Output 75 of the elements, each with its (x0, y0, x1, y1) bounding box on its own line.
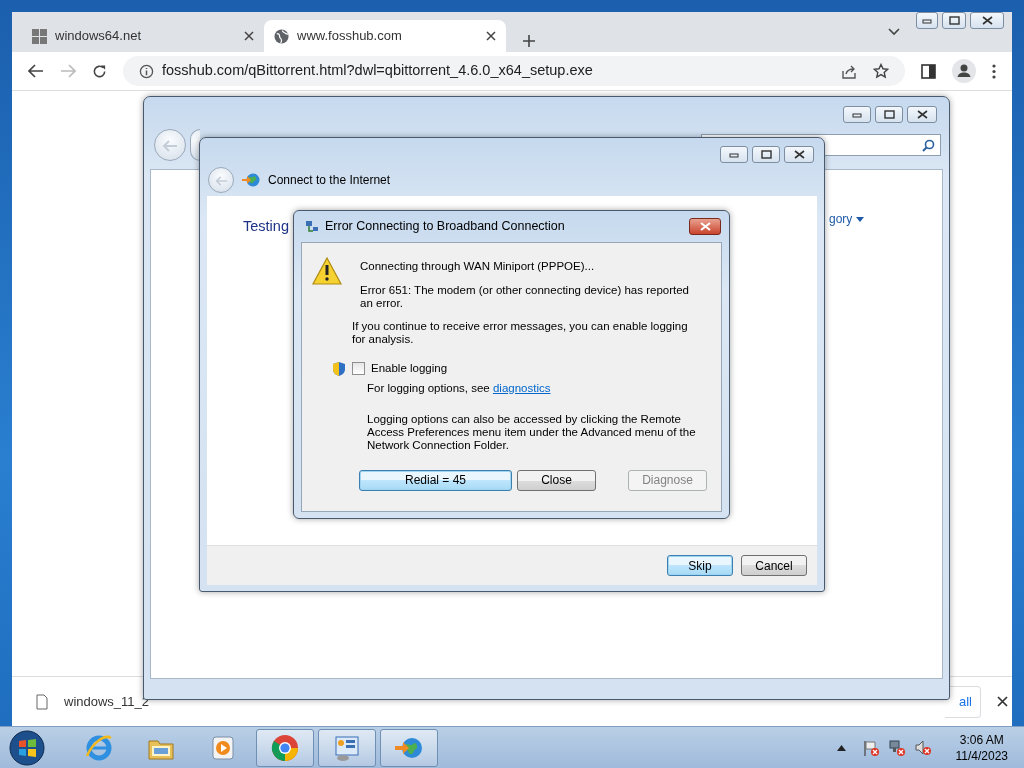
clock-time[interactable]: 3:06 AM (955, 731, 1008, 748)
note-text: Logging options can also be accessed by clicking the Remote Access Preferences menu item under the Advanced menu of the Network Connection Folder. (367, 412, 697, 452)
caret-icon (856, 216, 865, 222)
reload-icon[interactable] (92, 63, 107, 79)
close-icon (916, 110, 928, 119)
grid-icon (32, 28, 47, 44)
wizard-button[interactable]: Skip (667, 555, 733, 576)
checkbox-label[interactable]: Enable logging (371, 360, 448, 378)
wizard-heading: Testing (243, 218, 289, 234)
taskbar-app-button[interactable] (380, 728, 438, 767)
minimize-button[interactable] (843, 106, 871, 123)
network-icon (304, 218, 320, 235)
restore-icon (883, 110, 895, 119)
show-hidden-icons-button[interactable] (836, 744, 846, 751)
menu-icon[interactable] (992, 63, 996, 79)
tab-close-icon[interactable] (486, 31, 496, 41)
wizard-button[interactable]: Cancel (741, 555, 807, 576)
star-icon[interactable] (873, 63, 889, 79)
file-icon (36, 693, 48, 710)
error-message: Error 651: The modem (or other connecting device) has reported an error. (360, 284, 690, 311)
back-arrow-icon (162, 139, 178, 152)
taskbar-app-button[interactable] (318, 728, 376, 767)
restore-button[interactable] (752, 146, 780, 163)
minimize-icon (922, 17, 932, 24)
show-all-button[interactable]: all (945, 685, 981, 718)
checkbox[interactable] (352, 362, 365, 376)
share-icon[interactable] (841, 63, 857, 79)
restore-button[interactable] (942, 12, 966, 29)
dialog-title: Error Connecting to Broadband Connection (325, 218, 565, 236)
profile-icon[interactable] (952, 59, 976, 83)
close-icon (981, 16, 993, 25)
hint-text: For logging options, see diagnostics (367, 380, 552, 396)
start-button[interactable] (8, 728, 46, 767)
close-button[interactable] (689, 218, 721, 235)
back-arrow-icon (214, 175, 228, 186)
minimize-button[interactable] (720, 146, 748, 163)
restore-button[interactable] (875, 106, 903, 123)
flag-icon[interactable] (861, 738, 880, 757)
minimize-icon (729, 151, 739, 158)
view-by-link[interactable]: gory (829, 210, 853, 228)
taskbar-app-button[interactable] (256, 728, 314, 767)
window-title: Connect to the Internet (268, 172, 391, 189)
status-text: Connecting through WAN Miniport (PPPOE)... (360, 259, 596, 274)
close-button[interactable] (784, 146, 814, 163)
minimize-icon (852, 111, 862, 118)
browser-tab[interactable]: www.fosshub.com (264, 20, 506, 52)
sidebar-icon[interactable] (921, 63, 936, 79)
close-icon (793, 150, 805, 159)
muted-speaker-icon[interactable] (913, 738, 932, 757)
clock-date[interactable]: 11/4/2023 (955, 747, 1008, 764)
diagnostics-link[interactable]: diagnostics (492, 381, 551, 394)
address-bar[interactable]: fosshub.com/qBittorrent.html?dwl=qbittorrent_4.6.0_x64_setup.exe (123, 56, 905, 86)
download-filename[interactable]: windows_11_2 (64, 691, 150, 712)
restore-icon (760, 150, 772, 159)
close-button[interactable] (970, 12, 1004, 29)
globe-icon (274, 28, 289, 44)
advice-text: If you continue to receive error messages, you can enable logging for analysis. (352, 320, 689, 347)
browser-tab[interactable]: windows64.net (22, 20, 264, 52)
warning-icon (312, 257, 342, 285)
url-text: fosshub.com/qBittorrent.html?dwl=qbittorrent_4.6.0_x64_setup.exe (162, 61, 594, 81)
close-button[interactable] (907, 106, 937, 123)
minimize-button[interactable] (916, 12, 938, 29)
globe-icon (242, 172, 260, 188)
info-icon[interactable] (139, 63, 154, 79)
dialog-button[interactable]: Redial = 45 (359, 469, 512, 491)
close-icon (699, 222, 711, 231)
network-status-icon[interactable] (887, 738, 906, 757)
chevron-down-icon[interactable] (888, 28, 900, 36)
tab-close-icon[interactable] (244, 31, 254, 41)
back-icon[interactable] (28, 64, 44, 78)
search-icon (922, 138, 935, 152)
close-icon[interactable] (997, 696, 1008, 707)
restore-icon (948, 16, 960, 25)
shield-icon (332, 360, 346, 377)
dialog-button[interactable]: Close (517, 469, 596, 491)
